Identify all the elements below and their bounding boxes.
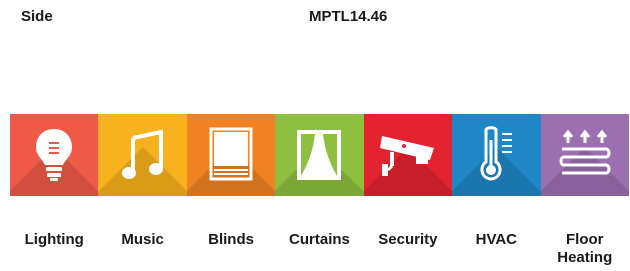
- model-label: MPTL14.46: [309, 8, 388, 25]
- lighting-label[interactable]: Lighting: [10, 231, 98, 267]
- feature-labels: Lighting Music Blinds Curtains Security …: [10, 231, 629, 267]
- lightbulb-icon: [36, 129, 73, 181]
- music-tile[interactable]: [98, 114, 187, 196]
- security-tile[interactable]: [363, 114, 453, 196]
- floor-heating-tile[interactable]: [540, 114, 629, 196]
- thermometer-icon: [480, 126, 513, 181]
- blinds-icon: [209, 127, 253, 181]
- security-label[interactable]: Security: [364, 231, 452, 267]
- music-note-icon: [121, 129, 163, 179]
- hvac-tile[interactable]: [452, 114, 541, 196]
- curtains-icon: [297, 130, 342, 180]
- blinds-label[interactable]: Blinds: [187, 231, 275, 267]
- blinds-tile[interactable]: [186, 114, 276, 196]
- floor-heating-icon: [559, 129, 611, 175]
- floor-heating-label[interactable]: Floor Heating: [541, 231, 629, 267]
- feature-tiles: [10, 114, 629, 196]
- lighting-tile[interactable]: [10, 114, 99, 196]
- side-label: Side: [21, 8, 53, 25]
- curtains-tile[interactable]: [275, 114, 364, 196]
- music-label[interactable]: Music: [98, 231, 186, 267]
- hvac-label[interactable]: HVAC: [452, 231, 540, 267]
- curtains-label[interactable]: Curtains: [275, 231, 363, 267]
- security-camera-icon: [379, 136, 434, 176]
